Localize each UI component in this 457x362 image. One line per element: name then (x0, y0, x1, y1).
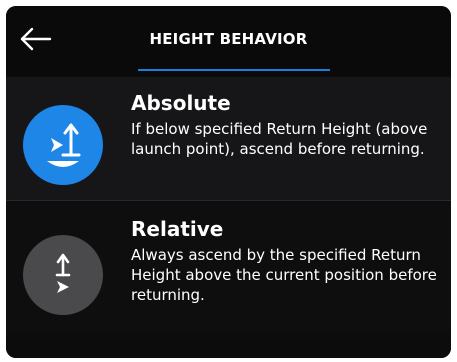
option-title: Relative (131, 217, 224, 241)
option-description: Always ascend by the specified Return He… (131, 246, 437, 304)
page-title: HEIGHT BEHAVIOR (149, 30, 308, 48)
option-relative[interactable]: Relative Always ascend by the specified … (6, 201, 451, 333)
relative-height-icon (23, 235, 103, 315)
footer-strip (6, 333, 451, 358)
title-underline (138, 69, 330, 71)
header-bar: HEIGHT BEHAVIOR (6, 6, 451, 76)
option-description: If below specified Return Height (above … (131, 120, 428, 158)
option-absolute[interactable]: Absolute If below specified Return Heigh… (6, 77, 451, 200)
absolute-height-icon (23, 105, 103, 185)
height-behavior-panel: HEIGHT BEHAVIOR Absolute If below specif… (6, 6, 451, 358)
option-title: Absolute (131, 91, 231, 115)
